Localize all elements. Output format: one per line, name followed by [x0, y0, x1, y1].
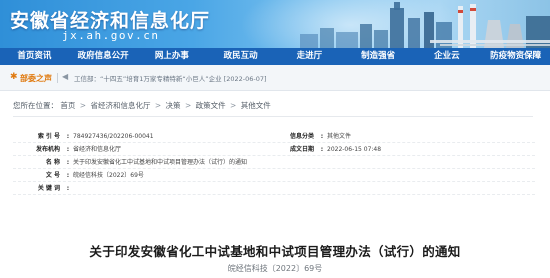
site-header: 安徽省经济和信息化厅 jx.ah.gov.cn	[0, 0, 550, 48]
announcement-bar: ✱ 部委之声 ◀ 工信部：“十四五”培育1万家专精特新“小巨人”企业 [2022…	[0, 65, 550, 91]
docno-label: 文 号	[45, 172, 60, 179]
speaker-icon: ◀	[62, 72, 69, 81]
keywords-label: 关 键 词	[37, 185, 60, 192]
main-nav: 首页资讯 政府信息公开 网上办事 政民互动 走进厅 制造强省 企业云 防疫物资保…	[0, 48, 550, 65]
category-value: 其他文件	[327, 133, 352, 140]
date-value: 2022-06-15 07:48	[327, 146, 382, 153]
nav-item-gov-info[interactable]: 政府信息公开	[69, 48, 138, 65]
site-domain: jx.ah.gov.cn	[62, 29, 160, 42]
breadcrumb-separator: >	[79, 101, 87, 110]
info-row-docno: 文 号 : 皖经信科技〔2022〕69号	[13, 169, 535, 182]
article-doc-number: 皖经信科技〔2022〕69号	[227, 264, 323, 273]
breadcrumb-item-home[interactable]: 首页	[60, 100, 75, 111]
breadcrumb-separator: >	[230, 101, 237, 110]
nav-item-online-services[interactable]: 网上办事	[138, 48, 207, 65]
breadcrumb-separator: >	[154, 101, 162, 110]
name-value: 关于印发安徽省化工中试基地和中试项目管理办法（试行）的通知	[73, 159, 248, 166]
index-value: 784927436/202206-00041	[73, 133, 154, 140]
breadcrumb-item-other[interactable]: 其他文件	[241, 100, 271, 111]
issuer-label: 发布机构	[35, 146, 60, 153]
article-title: 关于印发安徽省化工中试基地和中试项目管理办法（试行）的通知	[89, 244, 461, 259]
info-row-keywords: 关 键 词 :	[13, 182, 535, 195]
announcement-link[interactable]: 工信部：“十四五”培育1万家专精特新“小巨人”企业 [2022-06-07]	[74, 73, 267, 83]
announcement-label: 部委之声	[20, 74, 52, 83]
breadcrumb-item-dept[interactable]: 省经济和信息化厅	[90, 100, 150, 111]
nav-item-enterprise-cloud[interactable]: 企业云	[413, 48, 482, 65]
index-label: 索 引 号	[37, 133, 60, 140]
announcement-divider	[57, 73, 58, 83]
name-label: 名 称	[45, 159, 60, 166]
nav-item-epidemic-supplies[interactable]: 防疫物资保障	[481, 48, 550, 65]
star-icon: ✱	[10, 72, 18, 82]
info-row-issuer: 发布机构 : 省经济和信息化厅 成文日期 : 2022-06-15 07:48	[13, 143, 535, 156]
breadcrumb: 您所在位置： 首页 > 省经济和信息化厅 > 决策 > 政策文件 > 其他文件	[13, 100, 533, 117]
issuer-value: 省经济和信息化厅	[73, 146, 122, 153]
nav-item-about[interactable]: 走进厅	[275, 48, 344, 65]
docno-value: 皖经信科技〔2022〕69号	[73, 172, 144, 179]
breadcrumb-separator: >	[184, 101, 192, 110]
document-info-table: 索 引 号 : 784927436/202206-00041 信息分类 : 其他…	[13, 130, 535, 195]
info-row-name: 名 称 : 关于印发安徽省化工中试基地和中试项目管理办法（试行）的通知	[13, 156, 535, 169]
breadcrumb-item-decision[interactable]: 决策	[166, 100, 181, 111]
nav-item-interaction[interactable]: 政民互动	[206, 48, 275, 65]
nav-item-manufacturing[interactable]: 制造强省	[344, 48, 413, 65]
info-row-index: 索 引 号 : 784927436/202206-00041 信息分类 : 其他…	[13, 130, 535, 143]
breadcrumb-item-policy[interactable]: 政策文件	[196, 100, 226, 111]
date-label: 成文日期	[289, 146, 314, 153]
category-label: 信息分类	[289, 133, 314, 140]
breadcrumb-prefix: 您所在位置：	[13, 101, 58, 110]
nav-item-home-news[interactable]: 首页资讯	[0, 48, 69, 65]
